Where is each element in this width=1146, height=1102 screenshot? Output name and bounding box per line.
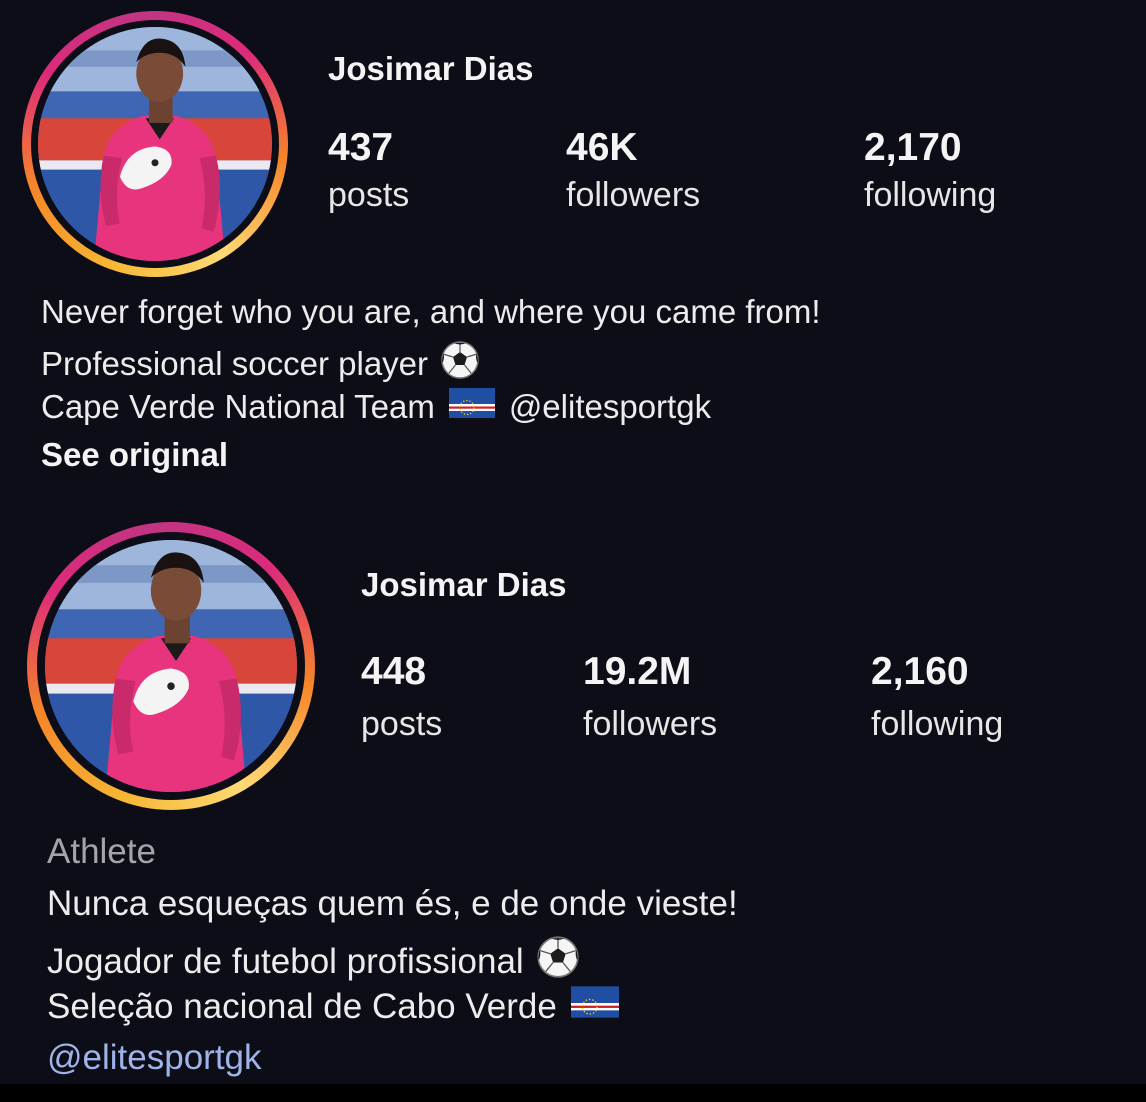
see-original-button[interactable]: See original — [41, 436, 228, 474]
followers-count-1[interactable]: 46K — [566, 126, 638, 170]
bio-mention[interactable]: @elitesportgk — [509, 388, 711, 426]
bio-text: Seleção nacional de Cabo Verde — [47, 986, 557, 1026]
posts-label-2[interactable]: posts — [361, 705, 442, 744]
followers-label-2[interactable]: followers — [583, 705, 717, 744]
bio-text: Professional soccer player — [41, 345, 429, 382]
profile-photo-2 — [45, 540, 297, 792]
following-label-2[interactable]: following — [871, 705, 1003, 744]
avatar-2[interactable] — [45, 540, 297, 792]
bio-line-1-2: Professional soccer player — [41, 340, 480, 388]
posts-count-2[interactable]: 448 — [361, 650, 426, 694]
bio-text: Cape Verde National Team — [41, 388, 435, 425]
cape-verde-flag-icon — [570, 986, 619, 1027]
bio-line-1-1: Never forget who you are, and where you … — [41, 293, 821, 331]
bio-line-2-1: Nunca esqueças quem és, e de onde vieste… — [47, 884, 738, 924]
bio-line-2-3: Seleção nacional de Cabo Verde — [47, 986, 633, 1027]
bio-text: Never forget who you are, and where you … — [41, 293, 821, 330]
followers-label-1[interactable]: followers — [566, 176, 700, 215]
profile-photo-1 — [38, 27, 272, 261]
profile-link[interactable]: @elitesportgk — [47, 1038, 262, 1078]
cape-verde-flag-icon — [448, 388, 495, 426]
posts-count-1[interactable]: 437 — [328, 126, 393, 170]
posts-label-1[interactable]: posts — [328, 176, 409, 215]
soccer-ball-icon — [440, 340, 480, 388]
profile-name-2: Josimar Dias — [361, 566, 567, 603]
category-label: Athlete — [47, 832, 156, 871]
bio-line-1-3: Cape Verde National Team @elitesportgk — [41, 388, 711, 426]
following-count-2[interactable]: 2,160 — [871, 650, 969, 694]
following-count-1[interactable]: 2,170 — [864, 126, 962, 170]
bio-text: Nunca esqueças quem és, e de onde vieste… — [47, 884, 738, 923]
bottom-edge — [0, 1084, 1146, 1102]
followers-count-2[interactable]: 19.2M — [583, 650, 691, 694]
bio-line-2-2: Jogador de futebol profissional — [47, 935, 580, 988]
soccer-ball-icon — [536, 935, 580, 988]
avatar-1[interactable] — [38, 27, 272, 261]
profile-name-1: Josimar Dias — [328, 50, 534, 87]
bio-text: Jogador de futebol profissional — [47, 941, 524, 981]
following-label-1[interactable]: following — [864, 176, 996, 215]
